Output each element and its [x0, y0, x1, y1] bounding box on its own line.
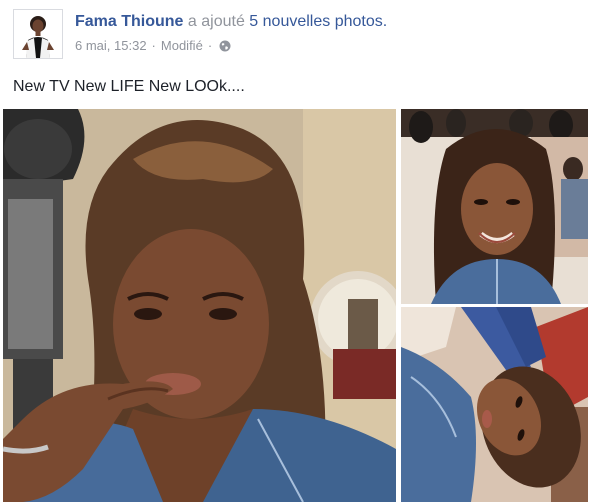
post-action-text: a ajouté	[187, 13, 245, 30]
post-header: Fama Thioune a ajouté 5 nouvelles photos…	[75, 13, 387, 31]
avatar-image	[14, 10, 62, 58]
author-name-link[interactable]: Fama Thioune	[75, 13, 183, 30]
photo-top-right[interactable]	[401, 109, 588, 304]
globe-icon[interactable]	[219, 40, 231, 52]
photo-bottom-right[interactable]	[401, 307, 588, 502]
post-meta: 6 mai, 15:32 · Modifié ·	[75, 38, 231, 54]
meta-separator-2: ·	[207, 38, 213, 53]
edited-label[interactable]: Modifié	[161, 38, 203, 54]
meta-separator: ·	[151, 38, 156, 53]
avatar[interactable]	[13, 9, 63, 59]
photos-count-link[interactable]: 5 nouvelles photos.	[249, 13, 387, 30]
post-timestamp-link[interactable]: 6 mai, 15:32	[75, 38, 147, 54]
photo-main[interactable]	[3, 109, 396, 502]
post-status-text: New TV New LIFE New LOOk....	[13, 78, 245, 95]
facebook-post: Fama Thioune a ajouté 5 nouvelles photos…	[0, 0, 590, 502]
